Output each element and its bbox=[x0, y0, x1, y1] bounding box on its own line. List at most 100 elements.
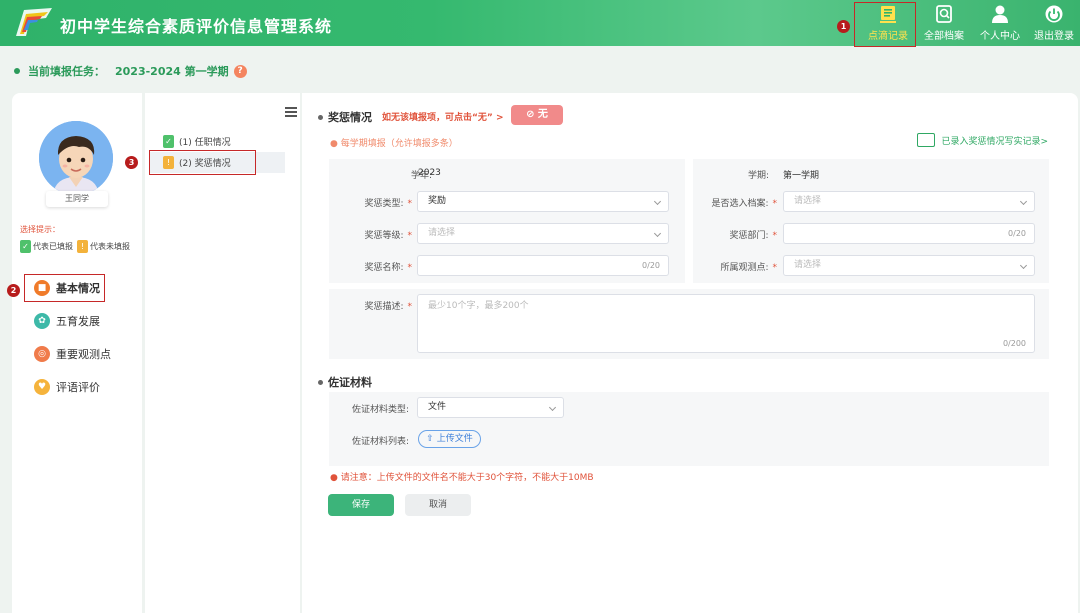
five-education-icon: ✿ bbox=[34, 313, 50, 329]
section-title-text: 佐证材料 bbox=[328, 376, 372, 389]
comment-icon: ♥ bbox=[34, 379, 50, 395]
required-mark: * bbox=[407, 231, 413, 241]
nav-label: 全部档案 bbox=[924, 31, 964, 42]
check-chip-icon: ✓ bbox=[163, 135, 174, 148]
term-label: 学期: bbox=[747, 171, 769, 181]
tree-label: (1) 任职情况 bbox=[179, 138, 231, 148]
chevron-down-icon bbox=[1019, 261, 1028, 270]
app-title: 初中学生综合素质评价信息管理系统 bbox=[60, 17, 333, 36]
save-button[interactable]: 保存 bbox=[328, 494, 394, 516]
award-level-placeholder: 请选择 bbox=[428, 228, 456, 238]
section-title-evidence: 佐证材料 bbox=[318, 374, 372, 390]
award-desc-textarea[interactable]: 最少10个字，最多200个 0/200 bbox=[417, 294, 1035, 353]
evidence-type-value: 文件 bbox=[428, 402, 447, 412]
observation-select[interactable]: 请选择 bbox=[783, 255, 1035, 276]
upload-warning: ● 请注意：上传文件的文件名不能大于30个字符，不能大于10MB bbox=[330, 473, 594, 483]
nav-ge-ren-zhong-xin[interactable]: 个人中心 bbox=[980, 4, 1020, 42]
archive-placeholder: 请选择 bbox=[794, 196, 822, 206]
section-title-award: 奖惩情况 bbox=[318, 109, 372, 125]
evidence-type-label: 佐证材料类型: bbox=[351, 405, 409, 415]
check-chip-icon: ✓ bbox=[20, 240, 31, 253]
step-badge: 3 bbox=[125, 156, 138, 169]
logo-icon bbox=[16, 8, 52, 36]
bullet-icon bbox=[14, 68, 20, 74]
record-link[interactable]: 已录入奖惩情况写实记录> bbox=[917, 133, 1048, 147]
menu-label: 评语评价 bbox=[56, 381, 100, 394]
award-name-input[interactable]: 0/20 bbox=[417, 255, 669, 276]
dept-label: 奖惩部门: * bbox=[692, 228, 777, 241]
chevron-down-icon bbox=[548, 403, 557, 412]
name-label-text: 奖惩名称: bbox=[364, 263, 404, 273]
menu-item-comment[interactable]: ♥ 评语评价 bbox=[34, 379, 100, 395]
menu-label: 重要观测点 bbox=[56, 348, 111, 361]
semester-note: ● 每学期填报（允许填报多条） bbox=[330, 139, 458, 149]
form-panel: 奖惩情况 如无该填报项，可点击“无” > ⊘ 无 ● 每学期填报（允许填报多条）… bbox=[302, 93, 1078, 613]
required-mark: * bbox=[407, 263, 413, 273]
archive-select[interactable]: 请选择 bbox=[783, 191, 1035, 212]
award-level-select[interactable]: 请选择 bbox=[417, 223, 669, 244]
char-counter: 0/200 bbox=[1002, 339, 1026, 348]
type-label: 奖惩类型: * bbox=[342, 196, 412, 209]
power-icon bbox=[1045, 5, 1063, 23]
required-mark: * bbox=[772, 231, 778, 241]
menu-label: 五育发展 bbox=[56, 315, 100, 328]
required-mark: * bbox=[407, 302, 413, 312]
level-label: 奖惩等级: * bbox=[342, 228, 412, 241]
year-value: 2023 bbox=[418, 168, 441, 178]
archive-label: 是否选入档案: * bbox=[692, 196, 777, 209]
student-sidebar: 王同学 选择提示： ✓ 代表已填报 ! 代表未填报 ■ 基本情况 ✿ 五育发展 … bbox=[12, 93, 142, 613]
chevron-down-icon bbox=[653, 197, 662, 206]
required-mark: * bbox=[772, 199, 778, 209]
observation-icon: ◎ bbox=[34, 346, 50, 362]
required-mark: * bbox=[772, 263, 778, 273]
help-icon[interactable]: ? bbox=[233, 64, 247, 78]
record-list-icon bbox=[917, 133, 936, 147]
nav-label: 个人中心 bbox=[980, 31, 1020, 42]
nav-quan-bu-dang-an[interactable]: 全部档案 bbox=[924, 4, 964, 42]
term-value: 第一学期 bbox=[783, 171, 820, 181]
type-label-text: 奖惩类型: bbox=[364, 199, 404, 209]
avatar bbox=[39, 121, 113, 195]
task-label: 当前填报任务： bbox=[28, 65, 105, 78]
task-term: 2023-2024 第一学期 bbox=[115, 65, 229, 78]
tree-item-ren-zhi[interactable]: ✓ (1) 任职情况 bbox=[163, 135, 231, 148]
highlight-box-tree bbox=[149, 150, 256, 175]
menu-item-five-education[interactable]: ✿ 五育发展 bbox=[34, 313, 100, 329]
collapse-menu-icon[interactable] bbox=[285, 107, 297, 117]
step-badge: 2 bbox=[7, 284, 20, 297]
name-label: 奖惩名称: * bbox=[342, 260, 412, 273]
legend-unfilled-label: 代表未填报 bbox=[90, 242, 130, 251]
step-badge: 1 bbox=[837, 20, 850, 33]
observation-label-text: 所属观测点: bbox=[720, 263, 769, 273]
highlight-box-menu bbox=[24, 274, 105, 302]
observation-placeholder: 请选择 bbox=[794, 260, 822, 270]
student-avatar-icon bbox=[39, 121, 113, 195]
legend-title: 选择提示： bbox=[20, 225, 60, 234]
chevron-down-icon bbox=[653, 229, 662, 238]
user-icon bbox=[992, 5, 1008, 23]
bullet-icon bbox=[318, 114, 323, 120]
char-counter: 0/20 bbox=[1008, 229, 1026, 238]
no-item-hint: 如无该填报项，可点击“无” > bbox=[382, 113, 504, 123]
archive-search-icon bbox=[936, 5, 952, 23]
menu-item-observation[interactable]: ◎ 重要观测点 bbox=[34, 346, 111, 362]
nav-tui-chu-deng-lu[interactable]: 退出登录 bbox=[1034, 4, 1074, 42]
none-button[interactable]: ⊘ 无 bbox=[511, 105, 563, 125]
level-label-text: 奖惩等级: bbox=[364, 231, 404, 241]
award-type-select[interactable]: 奖励 bbox=[417, 191, 669, 212]
desc-placeholder: 最少10个字，最多200个 bbox=[428, 301, 529, 311]
desc-label-text: 奖惩描述: bbox=[364, 302, 404, 312]
dept-label-text: 奖惩部门: bbox=[729, 231, 769, 241]
evidence-list-label: 佐证材料列表: bbox=[351, 437, 409, 447]
highlight-box-nav bbox=[854, 2, 916, 47]
current-task-bar: 当前填报任务： 2023-2024 第一学期 ? bbox=[14, 63, 247, 79]
legend-filled-label: 代表已填报 bbox=[33, 242, 73, 251]
upload-file-button[interactable]: ⇧ 上传文件 bbox=[418, 430, 481, 448]
award-dept-input[interactable]: 0/20 bbox=[783, 223, 1035, 244]
cancel-button[interactable]: 取消 bbox=[405, 494, 471, 516]
warning-chip-icon: ! bbox=[77, 240, 88, 253]
desc-label: 奖惩描述: * bbox=[342, 299, 412, 312]
section-title-text: 奖惩情况 bbox=[328, 111, 372, 124]
legend-filled: ✓ 代表已填报 ! 代表未填报 bbox=[20, 240, 130, 253]
evidence-type-select[interactable]: 文件 bbox=[417, 397, 564, 418]
